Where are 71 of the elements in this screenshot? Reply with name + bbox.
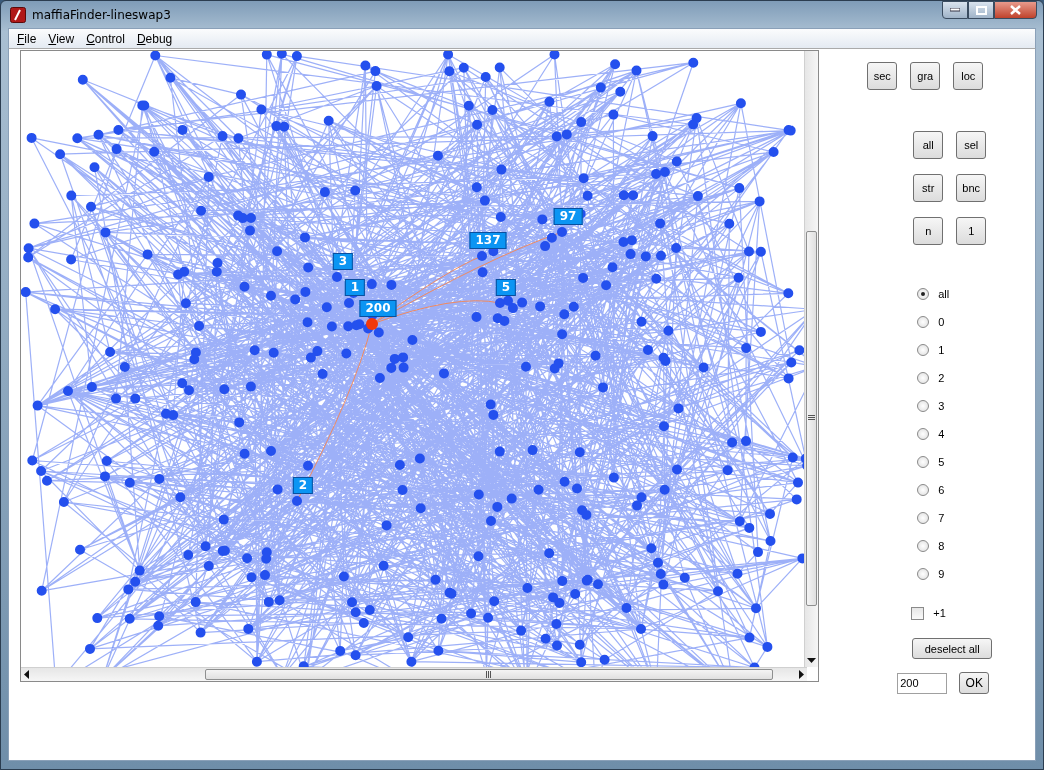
window-title: maffiaFinder-lineswap3 — [32, 7, 172, 22]
menu-item[interactable]: View — [42, 31, 81, 46]
radio-option[interactable]: 4 — [917, 420, 1035, 448]
node-label: 137 — [469, 232, 507, 249]
node-label: 97 — [553, 208, 583, 225]
node-label: 200 — [359, 300, 397, 317]
radio-button[interactable] — [917, 344, 930, 356]
radio-button[interactable] — [917, 512, 930, 524]
selected-node[interactable] — [366, 318, 378, 330]
grip-icon — [808, 415, 816, 421]
horizontal-scrollbar[interactable] — [21, 667, 807, 681]
maximize-button[interactable] — [968, 1, 994, 19]
radio-option[interactable]: 0 — [917, 308, 1035, 336]
graph-node[interactable] — [292, 496, 302, 506]
node-label: 1 — [344, 279, 366, 296]
radio-option[interactable]: 2 — [917, 364, 1035, 392]
scroll-thumb[interactable] — [806, 231, 818, 606]
radio-button[interactable] — [917, 540, 930, 552]
graph-node[interactable] — [477, 251, 487, 261]
grip-icon — [486, 671, 492, 678]
radio-button[interactable] — [917, 316, 930, 328]
left-arrow-icon[interactable] — [24, 670, 29, 679]
checkbox-option[interactable]: +1 — [819, 605, 1035, 621]
node-label: 2 — [292, 477, 314, 494]
tool-button[interactable]: sec — [867, 62, 898, 90]
radio-button[interactable] — [917, 288, 930, 300]
minimize-button[interactable] — [942, 1, 968, 19]
tool-button[interactable]: bnc — [956, 174, 987, 202]
tool-button[interactable]: str — [913, 174, 944, 202]
vertical-scrollbar[interactable] — [804, 51, 819, 667]
radio-button[interactable] — [917, 568, 930, 580]
tool-button[interactable]: loc — [953, 62, 984, 90]
scroll-thumb[interactable] — [205, 669, 773, 680]
deselect-all-button[interactable]: deselect all — [912, 638, 993, 659]
radio-option[interactable]: 7 — [917, 504, 1035, 532]
maximize-icon — [975, 5, 987, 15]
radio-option[interactable]: 9 — [917, 560, 1035, 588]
tool-button[interactable]: n — [913, 217, 944, 245]
radio-option[interactable]: 8 — [917, 532, 1035, 560]
checkbox[interactable] — [911, 606, 925, 620]
node-label: 3 — [332, 253, 354, 270]
radio-button[interactable] — [917, 456, 930, 468]
radio-option[interactable]: 1 — [917, 336, 1035, 364]
menu-item[interactable]: File — [11, 31, 43, 46]
radio-button[interactable] — [917, 484, 930, 496]
node-label: 5 — [495, 279, 517, 296]
radio-option[interactable]: 6 — [917, 476, 1035, 504]
minimize-icon — [950, 8, 960, 12]
radio-button[interactable] — [917, 372, 930, 384]
radio-option[interactable]: 5 — [917, 448, 1035, 476]
node-input-field[interactable]: 200 — [897, 672, 948, 694]
app-icon — [10, 6, 26, 23]
tool-button[interactable]: sel — [956, 131, 987, 159]
menu-item[interactable]: Control — [80, 31, 131, 46]
graph-node[interactable] — [495, 298, 505, 308]
right-arrow-icon[interactable] — [799, 670, 804, 679]
down-arrow-icon[interactable] — [807, 658, 817, 663]
menu-item[interactable]: Debug — [130, 31, 179, 46]
radio-option[interactable]: 3 — [917, 392, 1035, 420]
ok-button[interactable]: OK — [959, 672, 990, 694]
radio-button[interactable] — [917, 428, 930, 440]
tool-button[interactable]: gra — [910, 62, 941, 90]
graph-node[interactable] — [344, 298, 354, 308]
tool-button[interactable]: 1 — [956, 217, 987, 245]
tool-button[interactable]: all — [913, 131, 944, 159]
graph-node[interactable] — [332, 272, 342, 282]
close-icon — [1010, 5, 1021, 15]
close-button[interactable] — [994, 1, 1037, 19]
radio-button[interactable] — [917, 400, 930, 412]
graph-node[interactable] — [557, 227, 567, 237]
radio-option[interactable]: all — [917, 280, 1035, 308]
